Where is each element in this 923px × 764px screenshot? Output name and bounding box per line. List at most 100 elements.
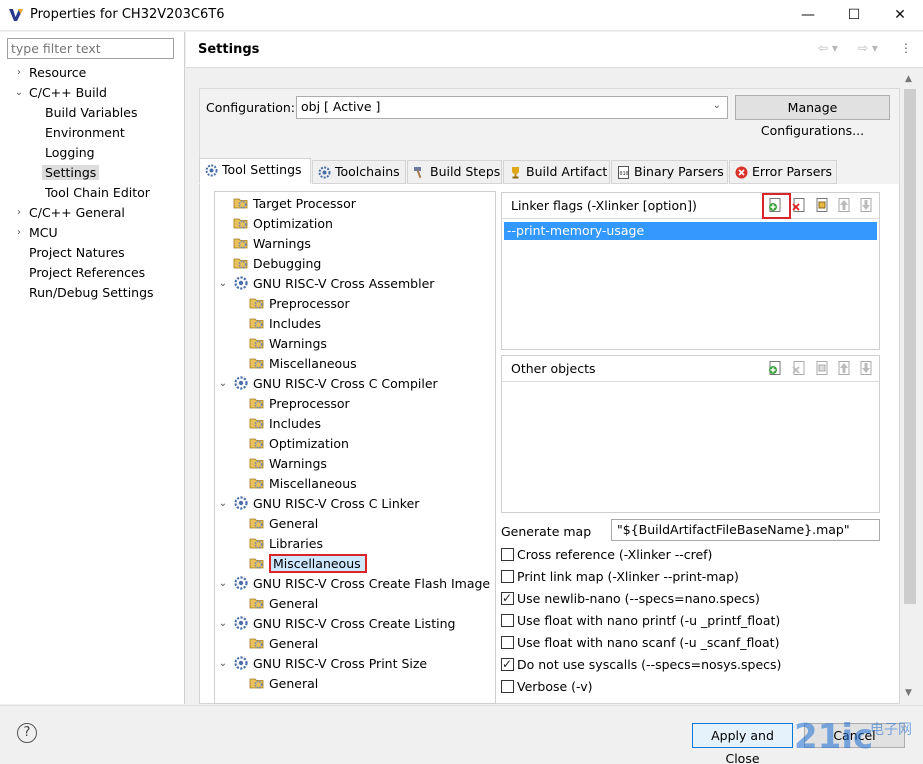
- nav-item-run-debug-settings[interactable]: Run/Debug Settings: [29, 283, 154, 303]
- chevron-down-icon[interactable]: ⌄: [217, 274, 229, 294]
- generate-map-input[interactable]: "${BuildArtifactFileBaseName}.map": [611, 519, 880, 541]
- move-down-icon[interactable]: [858, 197, 874, 213]
- chevron-right-icon[interactable]: ›: [13, 203, 25, 223]
- settings-folder-icon: [249, 435, 265, 451]
- chevron-down-icon[interactable]: ⌄: [217, 494, 229, 514]
- maximize-button[interactable]: ☐: [831, 0, 877, 31]
- tree-item[interactable]: Warnings: [233, 234, 311, 254]
- tab-binary-parsers[interactable]: 010 Binary Parsers: [611, 160, 728, 184]
- tree-item[interactable]: General: [249, 514, 318, 534]
- tree-tool-node[interactable]: ⌄ GNU RISC-V Cross Print Size: [219, 654, 427, 674]
- nav-item-project-references[interactable]: Project References: [29, 263, 145, 283]
- help-icon[interactable]: ?: [17, 723, 37, 743]
- nav-item-cc-general[interactable]: › C/C++ General: [17, 203, 125, 223]
- checkbox-box[interactable]: [501, 548, 514, 561]
- tab-error-parsers[interactable]: Error Parsers: [729, 160, 837, 184]
- checkbox-box-checked[interactable]: [501, 656, 514, 672]
- tab-build-artifact[interactable]: Build Artifact: [503, 160, 610, 184]
- tree-tool-node[interactable]: ⌄ GNU RISC-V Cross Create Flash Image: [219, 574, 490, 594]
- scroll-down-icon[interactable]: ▼: [905, 688, 912, 698]
- view-menu-icon[interactable]: ⋮: [900, 41, 912, 55]
- tree-item[interactable]: General: [249, 594, 318, 614]
- tree-item[interactable]: Miscellaneous: [249, 554, 367, 574]
- tree-item[interactable]: Preprocessor: [249, 294, 350, 314]
- nav-item-logging[interactable]: Logging: [45, 143, 95, 163]
- nav-item-resource[interactable]: › Resource: [17, 63, 86, 83]
- checkbox-box[interactable]: [501, 570, 514, 583]
- add-icon[interactable]: [767, 360, 783, 376]
- tree-item[interactable]: General: [249, 674, 318, 694]
- tree-item[interactable]: Target Processor: [233, 194, 356, 214]
- chevron-down-icon[interactable]: ⌄: [217, 654, 229, 674]
- manage-configurations-button[interactable]: Manage Configurations...: [735, 95, 890, 138]
- nav-item-build-variables[interactable]: Build Variables: [45, 103, 137, 123]
- tree-item[interactable]: Optimization: [249, 434, 349, 454]
- add-icon[interactable]: [767, 197, 783, 213]
- nav-item-project-natures[interactable]: Project Natures: [29, 243, 125, 263]
- checkbox-box[interactable]: [501, 680, 514, 693]
- nano-printf-float-checkbox[interactable]: Use float with nano printf (-u _printf_f…: [501, 613, 780, 631]
- tree-tool-node[interactable]: ⌄ GNU RISC-V Cross C Linker: [219, 494, 420, 514]
- tree-tool-node[interactable]: ⌄ GNU RISC-V Cross C Compiler: [219, 374, 438, 394]
- tree-item-label: Miscellaneous: [269, 356, 357, 371]
- move-up-icon[interactable]: [836, 197, 852, 213]
- tree-item[interactable]: Miscellaneous: [249, 354, 357, 374]
- tree-item[interactable]: Includes: [249, 414, 321, 434]
- use-newlib-nano-checkbox[interactable]: Use newlib-nano (--specs=nano.specs): [501, 590, 760, 609]
- scroll-up-icon[interactable]: ▲: [905, 74, 912, 84]
- delete-icon[interactable]: [791, 197, 807, 213]
- tree-item[interactable]: Miscellaneous: [249, 474, 357, 494]
- apply-and-close-button[interactable]: Apply and Close: [692, 723, 793, 764]
- edit-icon[interactable]: [814, 197, 830, 213]
- vertical-scrollbar[interactable]: ▲ ▼: [901, 71, 919, 701]
- tree-tool-node[interactable]: ⌄ GNU RISC-V Cross Create Listing: [219, 614, 456, 634]
- edit-icon[interactable]: [814, 360, 830, 376]
- tab-tool-settings[interactable]: Tool Settings: [199, 158, 311, 184]
- window-title: Properties for CH32V203C6T6: [30, 7, 225, 22]
- configuration-select[interactable]: obj [ Active ] ⌄: [296, 96, 728, 119]
- nav-item-cc-build[interactable]: ⌄ C/C++ Build: [15, 83, 107, 103]
- chevron-right-icon[interactable]: ›: [13, 63, 25, 83]
- tab-toolchains[interactable]: Toolchains: [312, 160, 406, 184]
- tree-item[interactable]: Libraries: [249, 534, 323, 554]
- forward-arrow-icon[interactable]: ⇨ ▾: [858, 41, 878, 55]
- tree-tool-node[interactable]: ⌄ GNU RISC-V Cross Assembler: [219, 274, 435, 294]
- move-down-icon[interactable]: [858, 360, 874, 376]
- checkbox-box[interactable]: [501, 614, 514, 627]
- chevron-down-icon[interactable]: ⌄: [217, 374, 229, 394]
- back-arrow-icon[interactable]: ⇦ ▾: [818, 41, 838, 55]
- print-link-map-checkbox[interactable]: Print link map (-Xlinker --print-map): [501, 569, 739, 587]
- gear-icon: [318, 166, 331, 179]
- tree-item[interactable]: General: [249, 634, 318, 654]
- tree-item[interactable]: Debugging: [233, 254, 321, 274]
- verbose-checkbox[interactable]: Verbose (-v): [501, 679, 593, 697]
- move-up-icon[interactable]: [836, 360, 852, 376]
- nav-item-environment[interactable]: Environment: [45, 123, 125, 143]
- close-window-button[interactable]: ✕: [877, 0, 923, 31]
- tab-label: Error Parsers: [752, 164, 833, 179]
- tree-item[interactable]: Optimization: [233, 214, 333, 234]
- nav-item-settings[interactable]: Settings: [42, 163, 100, 183]
- nav-item-tool-chain-editor[interactable]: Tool Chain Editor: [45, 183, 150, 203]
- delete-icon[interactable]: [791, 360, 807, 376]
- nav-item-mcu[interactable]: › MCU: [17, 223, 58, 243]
- nano-scanf-float-checkbox[interactable]: Use float with nano scanf (-u _scanf_flo…: [501, 635, 779, 653]
- chevron-down-icon[interactable]: ⌄: [13, 83, 25, 103]
- filter-input[interactable]: [7, 38, 174, 59]
- minimize-button[interactable]: —: [785, 0, 831, 31]
- checkbox-box[interactable]: [501, 636, 514, 649]
- tree-item[interactable]: Warnings: [249, 454, 327, 474]
- cross-reference-checkbox[interactable]: Cross reference (-Xlinker --cref): [501, 547, 712, 565]
- tree-item[interactable]: Includes: [249, 314, 321, 334]
- scrollbar-thumb[interactable]: [904, 89, 916, 604]
- no-syscalls-checkbox[interactable]: Do not use syscalls (--specs=nosys.specs…: [501, 656, 781, 675]
- chevron-right-icon[interactable]: ›: [13, 223, 25, 243]
- chevron-down-icon[interactable]: ⌄: [217, 614, 229, 634]
- tree-item[interactable]: Preprocessor: [249, 394, 350, 414]
- tab-build-steps[interactable]: Build Steps: [407, 160, 502, 184]
- chevron-down-icon[interactable]: ⌄: [217, 574, 229, 594]
- list-item[interactable]: --print-memory-usage: [504, 222, 877, 240]
- checkbox-box-checked[interactable]: [501, 590, 514, 606]
- settings-folder-icon: [233, 195, 249, 211]
- tree-item[interactable]: Warnings: [249, 334, 327, 354]
